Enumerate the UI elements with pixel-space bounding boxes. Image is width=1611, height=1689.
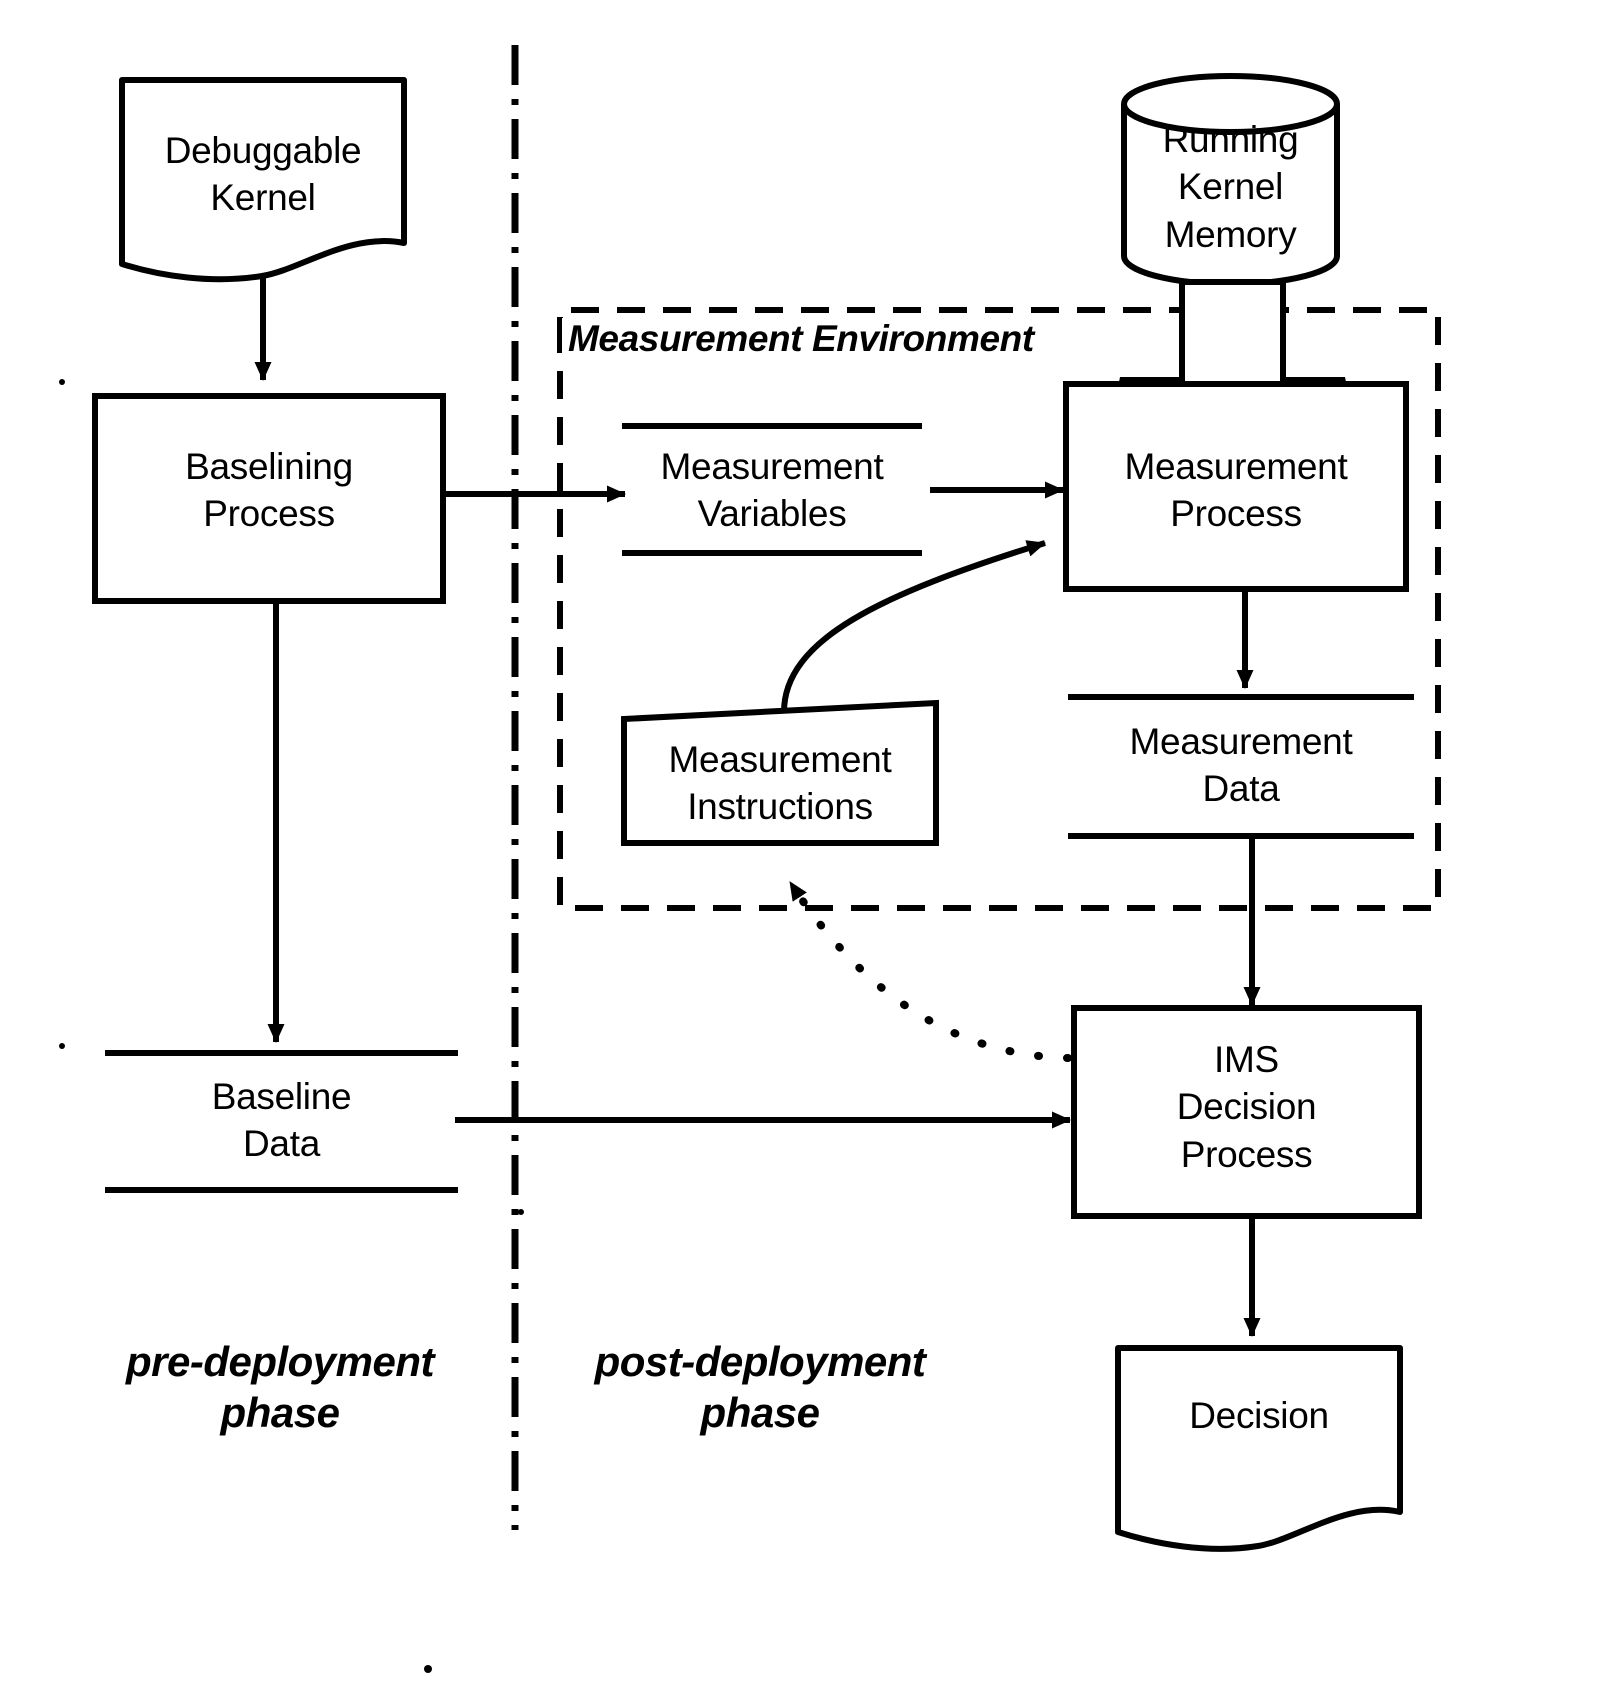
running-kernel-memory-shape <box>1121 73 1340 287</box>
measurement-instructions-shape <box>621 699 939 846</box>
post-deployment-phase-label: post-deployment phase <box>594 1338 926 1437</box>
baseline-data-shape <box>105 1050 458 1193</box>
measurement-data-shape <box>1068 694 1414 839</box>
measurement-environment-label: Measurement Environment <box>562 318 1040 360</box>
debuggable-kernel-shape <box>119 77 407 283</box>
measurement-process-shape <box>1063 381 1409 592</box>
decision-shape <box>1115 1345 1403 1552</box>
diagram-canvas: Debuggable Kernel Baselining Process Bas… <box>0 0 1611 1689</box>
baselining-process-shape <box>92 393 446 604</box>
ims-decision-process-shape <box>1071 1005 1422 1219</box>
pre-deployment-phase-label: pre-deployment phase <box>125 1338 435 1437</box>
edge-measurement-instructions-to-process <box>781 540 1046 713</box>
measurement-variables-shape <box>622 423 922 556</box>
